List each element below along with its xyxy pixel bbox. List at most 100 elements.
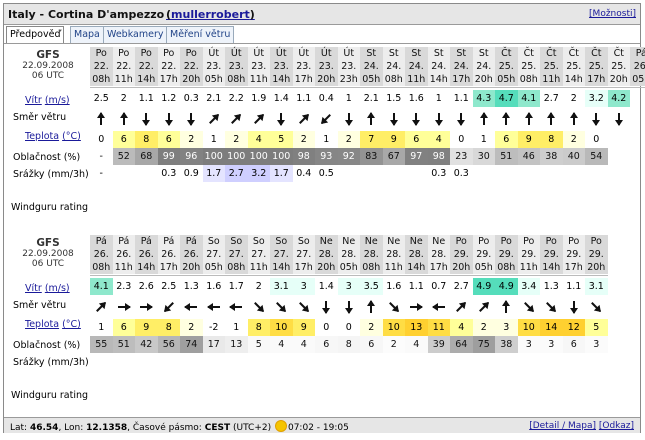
wind-speed-cell: 1.1: [135, 90, 158, 107]
time-header-cell: 11h: [405, 73, 428, 86]
tab-map[interactable]: Mapa: [70, 26, 104, 43]
wind-label[interactable]: Vítr: [25, 95, 42, 106]
time-header-cell: Út: [225, 47, 248, 60]
model-date: 22.09.2008: [22, 249, 74, 259]
precipitation-cell: 0.4: [292, 165, 315, 182]
row-label-direction: Směr větru: [5, 300, 91, 311]
time-header-cell: Ne: [405, 235, 428, 248]
precipitation-cell: 0.3: [157, 165, 180, 182]
time-header-cell: 17h: [427, 261, 450, 274]
wind-direction-arrow: [383, 107, 406, 131]
time-header-cell: 14h: [270, 261, 293, 274]
tab-wind-measurements[interactable]: Měření větru: [166, 26, 235, 43]
precipitation-cell: 2.7: [225, 165, 248, 182]
precipitation-cell: [382, 353, 405, 370]
time-header-cell: 05h: [337, 261, 360, 274]
precipitation-cell: [315, 353, 338, 370]
coordinates-info: Lat: 46.54, Lon: 12.1358, Časové pásmo: …: [10, 421, 349, 433]
wind-direction-arrow: [158, 107, 181, 131]
user-name[interactable]: mullerrobert: [171, 8, 250, 21]
time-header-cell: St: [360, 47, 383, 60]
time-header-cell: 29.: [450, 248, 473, 261]
temp-label[interactable]: Teplota: [25, 319, 59, 330]
user-link[interactable]: (mullerrobert): [166, 8, 255, 21]
time-header-cell: 22.: [135, 60, 158, 73]
time-header-cell: 29.: [495, 248, 518, 261]
wind-speed-cell: 0.7: [427, 278, 450, 295]
cloud-cover-cell: 4: [405, 336, 428, 353]
time-header-cell: 08h: [382, 73, 405, 86]
cloud-cover-cell: 55: [90, 336, 113, 353]
cloud-cover-cell: 38: [540, 148, 563, 165]
temp-unit-link[interactable]: (°C): [62, 131, 81, 142]
time-header-cell: 22.: [180, 60, 203, 73]
wind-direction-arrow: [473, 295, 496, 319]
wind-speed-cell: 1.3: [180, 278, 203, 295]
sun-icon: [275, 421, 286, 431]
time-header-cell: 28.: [427, 248, 450, 261]
time-header-cell: 23.: [225, 60, 248, 73]
time-header-cell: 14h: [405, 261, 428, 274]
wind-direction-arrow: [90, 295, 113, 319]
wind-speed-cell: 3.5: [360, 278, 383, 295]
row-label-wind: Vítr (m/s): [5, 95, 91, 106]
wind-direction-arrow: [540, 295, 563, 319]
wind-speed-cell: 0.4: [315, 90, 338, 107]
temp-label[interactable]: Teplota: [25, 131, 59, 142]
time-header-cell: 08h: [360, 261, 383, 274]
time-header-cell: Út: [315, 47, 338, 60]
title-bar: Italy - Cortina D'ampezzo (mullerrobert)…: [4, 4, 640, 25]
wind-direction-arrow: [563, 107, 586, 131]
time-header-cell: 17h: [450, 73, 473, 86]
wind-direction-arrow: [315, 295, 338, 319]
wind-unit-link[interactable]: (m/s): [45, 95, 70, 106]
time-header-cell: Po: [450, 235, 473, 248]
wind-unit-link[interactable]: (m/s): [45, 283, 70, 294]
permalink-link[interactable]: [Odkaz]: [599, 421, 634, 431]
time-header-cell: 11h: [112, 261, 135, 274]
tab-webcams[interactable]: Webkamery: [103, 26, 168, 43]
lon-label: Lon:: [64, 423, 84, 433]
time-header-cell: Po: [585, 235, 608, 248]
cloud-cover-cell: 42: [135, 336, 158, 353]
time-header-cell: Po: [562, 235, 585, 248]
temperature-cell: 8: [247, 319, 270, 336]
time-header-cell: 24.: [360, 60, 383, 73]
options-link[interactable]: [Možnosti]: [589, 9, 636, 19]
time-header-cell: Po: [112, 47, 135, 60]
time-header-cell: Ne: [382, 235, 405, 248]
temperature-cell: 7: [360, 131, 383, 148]
precipitation-cell: [405, 353, 428, 370]
cloud-cover-cell: 17: [202, 336, 225, 353]
temperature-cell: 0: [585, 131, 608, 148]
time-header-cell: 27.: [270, 248, 293, 261]
wind-direction-arrow: [360, 295, 383, 319]
temperature-cell: -2: [202, 319, 225, 336]
time-header-cell: 22.: [157, 60, 180, 73]
detail-map-link[interactable]: [Detail / Mapa]: [529, 421, 596, 431]
wind-direction-arrow: [428, 107, 451, 131]
model-name: GFS: [36, 237, 60, 249]
time-header-cell: Pá: [90, 235, 113, 248]
time-header-cell: 26.: [135, 248, 158, 261]
time-header-cell: 28.: [337, 248, 360, 261]
temperature-cell: 6: [157, 131, 180, 148]
wind-direction-arrow: [113, 295, 136, 319]
time-header-cell: St: [405, 47, 428, 60]
time-header-cell: Ne: [360, 235, 383, 248]
precipitation-cell: [517, 353, 540, 370]
wind-speed-cell: 4.7: [495, 90, 518, 107]
time-header-cell: 11h: [540, 73, 563, 86]
temp-unit-link[interactable]: (°C): [62, 319, 81, 330]
temperature-cell: 2: [472, 319, 495, 336]
precipitation-cell: [405, 165, 428, 182]
cloud-cover-cell: 68: [135, 148, 158, 165]
tab-forecast[interactable]: Předpověď: [6, 26, 65, 44]
wind-label[interactable]: Vítr: [25, 283, 42, 294]
time-header-cell: 27.: [202, 248, 225, 261]
time-header-cell: 29.: [472, 248, 495, 261]
lat-label: Lat:: [10, 423, 28, 433]
cloud-cover-cell: 5: [247, 336, 270, 353]
precipitation-cell: [135, 353, 158, 370]
cloud-cover-cell: 100: [270, 148, 293, 165]
